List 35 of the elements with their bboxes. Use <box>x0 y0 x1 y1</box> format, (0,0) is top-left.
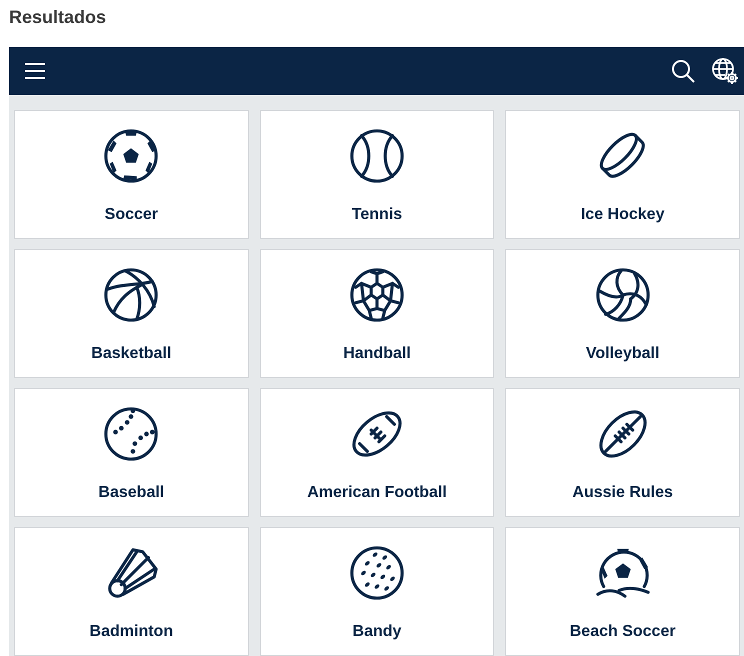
page-title: Resultados <box>9 6 108 29</box>
sport-label: Soccer <box>104 205 158 225</box>
sport-label: Volleyball <box>586 344 660 364</box>
volleyball-icon <box>594 266 652 324</box>
sport-label: Badminton <box>90 622 174 642</box>
sport-card[interactable]: Badminton <box>14 527 249 656</box>
sport-card[interactable]: Tennis <box>260 110 494 239</box>
sport-card[interactable]: Handball <box>260 249 494 378</box>
sport-card[interactable]: Soccer <box>14 110 249 239</box>
sport-card[interactable]: Ice Hockey <box>505 110 740 239</box>
sport-card[interactable]: Volleyball <box>505 249 740 378</box>
soccer-ball-icon <box>102 127 160 185</box>
search-icon[interactable] <box>671 59 695 83</box>
sport-card[interactable]: Aussie Rules <box>505 388 740 517</box>
menu-icon[interactable] <box>24 62 46 80</box>
basketball-icon <box>102 266 160 324</box>
sport-card[interactable]: Basketball <box>14 249 249 378</box>
tennis-ball-icon <box>348 127 406 185</box>
baseball-icon <box>102 405 160 463</box>
globe-settings-icon[interactable] <box>711 57 739 85</box>
sport-label: Beach Soccer <box>570 622 676 642</box>
sport-label: Aussie Rules <box>572 483 673 503</box>
sport-label: Ice Hockey <box>580 205 664 225</box>
sport-label: Tennis <box>352 205 402 225</box>
sport-card[interactable]: Beach Soccer <box>505 527 740 656</box>
handball-icon <box>348 266 406 324</box>
sport-card[interactable]: Bandy <box>260 527 494 656</box>
sport-label: Bandy <box>352 622 402 642</box>
sport-card[interactable]: American Football <box>260 388 494 517</box>
sport-label: Baseball <box>98 483 164 503</box>
bandy-ball-icon <box>348 544 406 602</box>
sport-card[interactable]: Baseball <box>14 388 249 517</box>
sport-label: Handball <box>343 344 411 364</box>
sport-label: American Football <box>307 483 447 503</box>
sport-label: Basketball <box>91 344 172 364</box>
